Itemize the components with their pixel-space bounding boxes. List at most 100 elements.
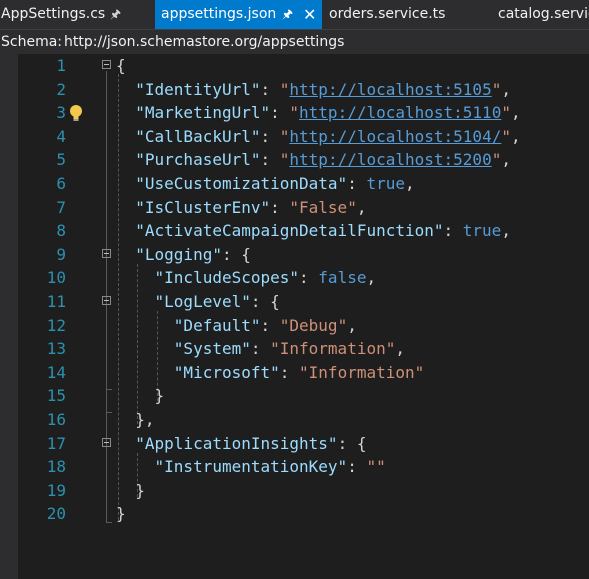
collapse-toggle-icon[interactable] [102,248,111,258]
punctuation: , [510,103,521,123]
json-string: " [491,150,502,170]
code-line[interactable]: 20} [0,502,589,526]
json-string: "Information" [270,339,396,359]
code-line[interactable]: 16 }, [0,408,589,432]
schema-label: Schema: [1,34,63,50]
code-text: "IdentityUrl": "http://localhost:5105", [116,78,511,102]
code-line[interactable]: 4 "CallBackUrl": "http://localhost:5104/… [0,125,589,149]
punctuation [116,339,174,358]
json-literal: false [318,268,367,288]
code-editor[interactable]: 1{2 "IdentityUrl": "http://localhost:510… [0,54,589,579]
punctuation [116,457,155,476]
code-text: "LogLevel": { [116,290,280,314]
code-line[interactable]: 12 "Default": "Debug", [0,314,589,338]
punctuation [116,221,135,240]
pin-icon[interactable]: 🖈 [110,0,121,29]
line-number: 14 [46,362,66,382]
json-string: "Debug" [279,315,348,335]
punctuation [116,80,135,99]
code-text: }, [116,408,155,432]
json-key: "System" [173,339,251,359]
code-line[interactable]: 19 } [0,479,589,503]
punctuation [116,434,135,453]
document-tab-bar: AppSettings.cs 🖈 appsettings.json 🖈 ✕ or… [0,0,589,29]
collapse-toggle-icon[interactable] [102,60,111,69]
code-line[interactable]: 6 "UseCustomizationData": true, [0,172,589,196]
punctuation [116,127,135,146]
json-string: " [279,150,290,170]
code-line[interactable]: 14 "Microsoft": "Information" [0,361,589,385]
punctuation [116,174,135,193]
punctuation: : { [221,244,251,264]
json-string: " [501,103,511,123]
code-line[interactable]: 13 "System": "Information", [0,337,589,361]
code-line[interactable]: 9 "Logging": { [0,243,589,267]
punctuation: : [279,362,300,382]
punctuation [116,268,155,287]
collapse-toggle-icon[interactable] [102,437,111,447]
code-text: } [116,384,165,408]
punctuation: , [395,339,405,359]
json-string: " [279,79,290,99]
schema-bar: Schema: http://json.schemastore.org/apps… [0,29,589,54]
url-link[interactable]: http://localhost:5105 [289,80,491,99]
punctuation [116,245,135,264]
json-key: "InstrumentationKey" [154,457,348,477]
line-number: 7 [56,197,66,217]
line-number: 1 [56,56,66,75]
punctuation: , [356,197,367,217]
url-link[interactable]: http://localhost:5200 [289,150,491,169]
punctuation: , [501,150,511,170]
close-icon[interactable]: ✕ [303,0,316,29]
punctuation: { [116,56,126,75]
punctuation: , [404,174,415,193]
punctuation: : [347,457,367,477]
tab-catalog-service[interactable]: catalog.service [494,0,589,29]
line-number: 4 [56,126,66,146]
schema-url[interactable]: http://json.schemastore.org/appsettings [64,30,344,54]
code-line[interactable]: 10 "IncludeScopes": false, [0,266,589,290]
code-line[interactable]: 5 "PurchaseUrl": "http://localhost:5200"… [0,148,589,172]
punctuation: : [270,197,290,217]
code-text: { [116,54,126,78]
code-text: "MarketingUrl": "http://localhost:5110", [116,101,521,125]
json-string: "Information" [299,362,425,382]
json-key: "PurchaseUrl" [135,150,261,170]
code-line[interactable]: 1{ [0,54,589,78]
punctuation [116,292,155,311]
json-key: "Microsoft" [173,362,280,382]
tab-appsettings-json[interactable]: appsettings.json 🖈 ✕ [155,0,322,29]
line-number: 13 [46,339,66,359]
line-number: 2 [56,79,66,99]
pin-icon[interactable]: 🖈 [282,0,293,29]
punctuation: }, [116,410,155,429]
punctuation: : { [337,433,367,453]
url-link[interactable]: http://localhost:5104/ [289,127,501,146]
code-text: } [116,502,126,526]
code-line[interactable]: 7 "IsClusterEnv": "False", [0,196,589,220]
punctuation: , [501,79,511,99]
code-text: } [116,479,145,503]
url-link[interactable]: http://localhost:5110 [299,103,501,122]
line-number: 12 [46,315,66,335]
collapse-toggle-icon[interactable] [102,296,111,305]
tab-appsettings-cs[interactable]: AppSettings.cs 🖈 [0,0,150,29]
tab-label: AppSettings.cs [1,6,106,22]
punctuation: : { [250,292,280,311]
code-line[interactable]: 15 } [0,384,589,408]
code-text: "PurchaseUrl": "http://localhost:5200", [116,148,511,172]
code-line[interactable]: 11 "LogLevel": { [0,290,589,314]
code-line[interactable]: 8 "ActivateCampaignDetailFunction": true… [0,219,589,243]
line-number: 15 [46,386,66,406]
code-line[interactable]: 3 "MarketingUrl": "http://localhost:5110… [0,101,589,125]
json-string: " [491,79,502,99]
lightbulb-icon[interactable] [68,104,84,122]
code-line[interactable]: 17 "ApplicationInsights": { [0,432,589,456]
punctuation: : [299,268,319,288]
code-line[interactable]: 18 "InstrumentationKey": "" [0,455,589,479]
punctuation [116,316,174,335]
code-line[interactable]: 2 "IdentityUrl": "http://localhost:5105"… [0,78,589,102]
tab-orders-service-ts[interactable]: orders.service.ts [322,0,482,29]
json-literal: true [366,174,405,193]
punctuation [116,198,135,217]
